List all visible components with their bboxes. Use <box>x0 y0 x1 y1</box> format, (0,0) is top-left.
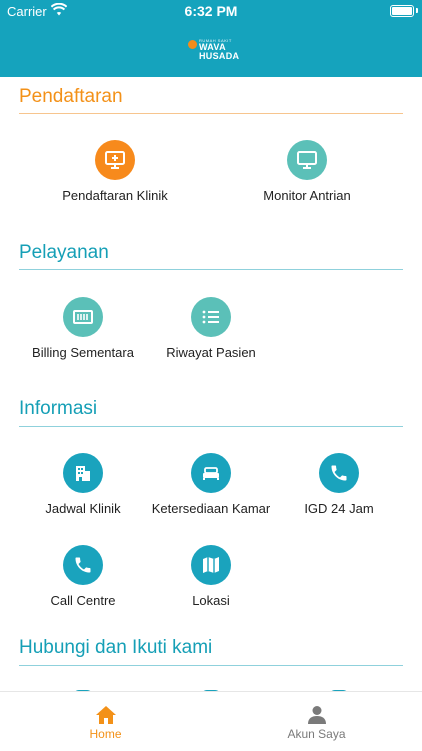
circle-monitor-antrian <box>287 140 327 180</box>
phone-icon <box>331 465 347 481</box>
tab-akun-saya-label: Akun Saya <box>287 727 346 741</box>
logo-mark-icon <box>188 40 197 49</box>
tab-akun-saya[interactable]: Akun Saya <box>211 692 422 751</box>
circle-lokasi <box>191 545 231 585</box>
menu-lokasi[interactable]: Lokasi <box>141 545 281 609</box>
tab-home-label: Home <box>89 727 122 741</box>
menu-riwayat-pasien[interactable]: Riwayat Pasien <box>141 297 281 361</box>
circle-call-centre <box>63 545 103 585</box>
app-header: Carrier 6:32 PM RUMAH SAKIT WAVA HUSADA <box>0 0 422 77</box>
menu-pendaftaran-klinik[interactable]: Pendaftaran Klinik <box>45 140 185 204</box>
clock: 6:32 PM <box>184 3 238 19</box>
label-igd-24-jam: IGD 24 Jam <box>304 501 374 516</box>
label-pendaftaran-klinik: Pendaftaran Klinik <box>62 188 168 203</box>
menu-monitor-antrian[interactable]: Monitor Antrian <box>237 140 377 204</box>
circle-pendaftaran-klinik <box>95 140 135 180</box>
status-bar: Carrier 6:32 PM <box>0 0 422 22</box>
circle-jadwal-klinik <box>63 453 103 493</box>
person-icon <box>308 706 326 724</box>
map-icon <box>203 557 219 573</box>
menu-igd-24-jam[interactable]: IGD 24 Jam <box>269 453 409 517</box>
battery-icon <box>390 5 414 17</box>
tab-home[interactable]: Home <box>0 692 211 751</box>
section-title-pelayanan: Pelayanan <box>19 242 109 263</box>
bottom-tab-bar: Home Akun Saya <box>0 691 422 751</box>
building-icon <box>76 466 90 481</box>
circle-ketersediaan-kamar <box>191 453 231 493</box>
circle-riwayat-pasien <box>191 297 231 337</box>
hospital-logo: RUMAH SAKIT WAVA HUSADA <box>188 38 240 62</box>
divider-informasi <box>19 426 403 427</box>
phone-icon <box>75 557 91 573</box>
divider-pelayanan <box>19 269 403 270</box>
label-riwayat-pasien: Riwayat Pasien <box>166 345 256 360</box>
logo-line2: HUSADA <box>199 51 240 61</box>
monitor-icon <box>297 151 317 169</box>
circle-billing-sementara <box>63 297 103 337</box>
divider-hubungi <box>19 665 403 666</box>
monitor-plus-icon <box>105 151 125 169</box>
section-title-pendaftaran: Pendaftaran <box>19 86 123 107</box>
label-monitor-antrian: Monitor Antrian <box>263 188 351 203</box>
list-icon <box>202 310 219 324</box>
section-title-hubungi: Hubungi dan Ikuti kami <box>19 637 213 658</box>
billing-icon <box>73 310 93 324</box>
battery-tip <box>416 8 418 13</box>
home-icon <box>96 706 116 724</box>
label-lokasi: Lokasi <box>192 593 230 608</box>
divider-pendaftaran <box>19 113 403 114</box>
section-title-informasi: Informasi <box>19 398 98 419</box>
bed-icon <box>203 467 219 480</box>
circle-igd-24-jam <box>319 453 359 493</box>
